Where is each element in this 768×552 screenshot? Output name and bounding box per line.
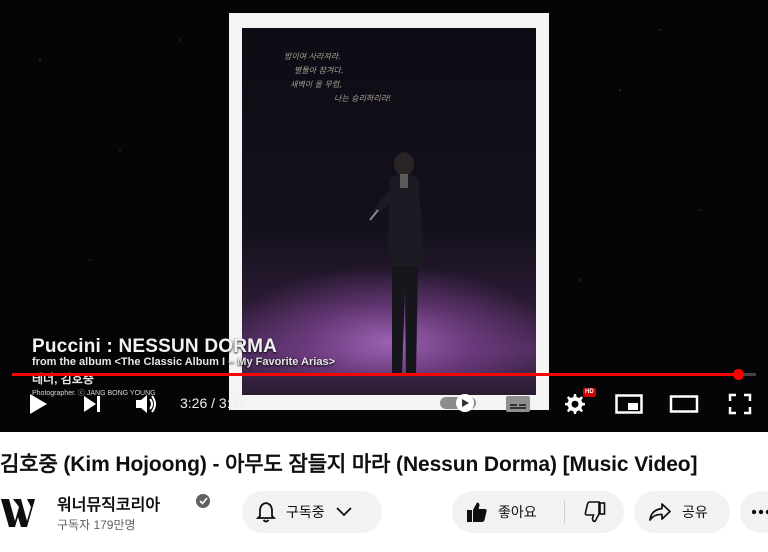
- like-label: 좋아요: [498, 504, 537, 520]
- time-separator: /: [207, 395, 219, 411]
- autoplay-knob: [456, 394, 474, 412]
- more-icon: [751, 509, 768, 515]
- like-dislike-group: 좋아요: [452, 491, 624, 533]
- overlay-album: from the album <The Classic Album I – My…: [32, 356, 335, 368]
- video-title: 김호중 (Kim Hojoong) - 아무도 잠들지 마라 (Nessun D…: [0, 453, 698, 476]
- progress-fill: [12, 373, 739, 376]
- bell-icon: [256, 502, 276, 523]
- autoplay-play-icon: [462, 399, 469, 407]
- warner-music-logo: [1, 499, 35, 527]
- current-time: 3:26: [180, 395, 208, 411]
- share-icon: [649, 503, 671, 521]
- verified-badge: [196, 494, 210, 508]
- miniplayer-button[interactable]: [614, 392, 644, 416]
- thumbs-down-icon: [584, 501, 605, 523]
- more-actions-button[interactable]: [740, 491, 768, 533]
- poster-image: 밤이여 사라져라. 별들아 잠겨다. 새벽이 올 무렵, 나는 승리하리라!: [242, 28, 536, 395]
- dislike-button[interactable]: [565, 491, 624, 533]
- subscribed-label: 구독중: [286, 504, 325, 520]
- time-display: 3:26 / 3:31: [180, 395, 246, 411]
- theater-icon: [669, 395, 699, 413]
- channel-name[interactable]: 워너뮤직코리아: [57, 491, 160, 515]
- chevron-down-icon: [336, 507, 352, 517]
- progress-bar[interactable]: [12, 369, 756, 380]
- autoplay-toggle[interactable]: [440, 394, 478, 412]
- singer-silhouette: [369, 152, 424, 376]
- fullscreen-icon: [728, 393, 752, 415]
- video-player[interactable]: 밤이여 사라져라. 별들아 잠겨다. 새벽이 올 무렵, 나는 승리하리라! P…: [0, 0, 768, 432]
- theater-mode-button[interactable]: [668, 392, 700, 416]
- overlay-title: Puccini : NESSUN DORMA: [32, 336, 278, 357]
- subscriber-count: 구독자 179만명: [57, 518, 136, 532]
- poster-handwriting: 밤이여 사라져라. 별들아 잠겨다. 새벽이 올 무렵, 나는 승리하리라!: [284, 50, 404, 106]
- hd-badge: HD: [583, 388, 596, 397]
- volume-icon: [136, 395, 156, 413]
- poster-line: 나는 승리하리라!: [334, 94, 392, 103]
- subscribed-button[interactable]: 구독중: [242, 491, 382, 533]
- subtitles-button[interactable]: [504, 392, 532, 416]
- play-button[interactable]: [24, 392, 52, 416]
- poster-line: 별들아 잠겨다.: [294, 66, 344, 75]
- thumbs-up-icon: [467, 502, 487, 522]
- share-button[interactable]: 공유: [634, 491, 730, 533]
- miniplayer-icon: [615, 394, 643, 414]
- fullscreen-button[interactable]: [726, 392, 754, 416]
- volume-button[interactable]: [132, 392, 160, 416]
- duration: 3:31: [218, 395, 247, 411]
- next-button[interactable]: [78, 392, 106, 416]
- subtitles-icon: [506, 396, 530, 412]
- play-icon: [30, 394, 47, 414]
- poster-line: 밤이여 사라져라.: [284, 52, 341, 61]
- verified-check-icon: [198, 497, 208, 505]
- next-icon: [84, 396, 100, 412]
- poster-line: 새벽이 올 무렵,: [290, 80, 342, 89]
- like-button[interactable]: 좋아요: [452, 491, 564, 533]
- share-label: 공유: [682, 504, 708, 520]
- channel-avatar[interactable]: [0, 492, 42, 534]
